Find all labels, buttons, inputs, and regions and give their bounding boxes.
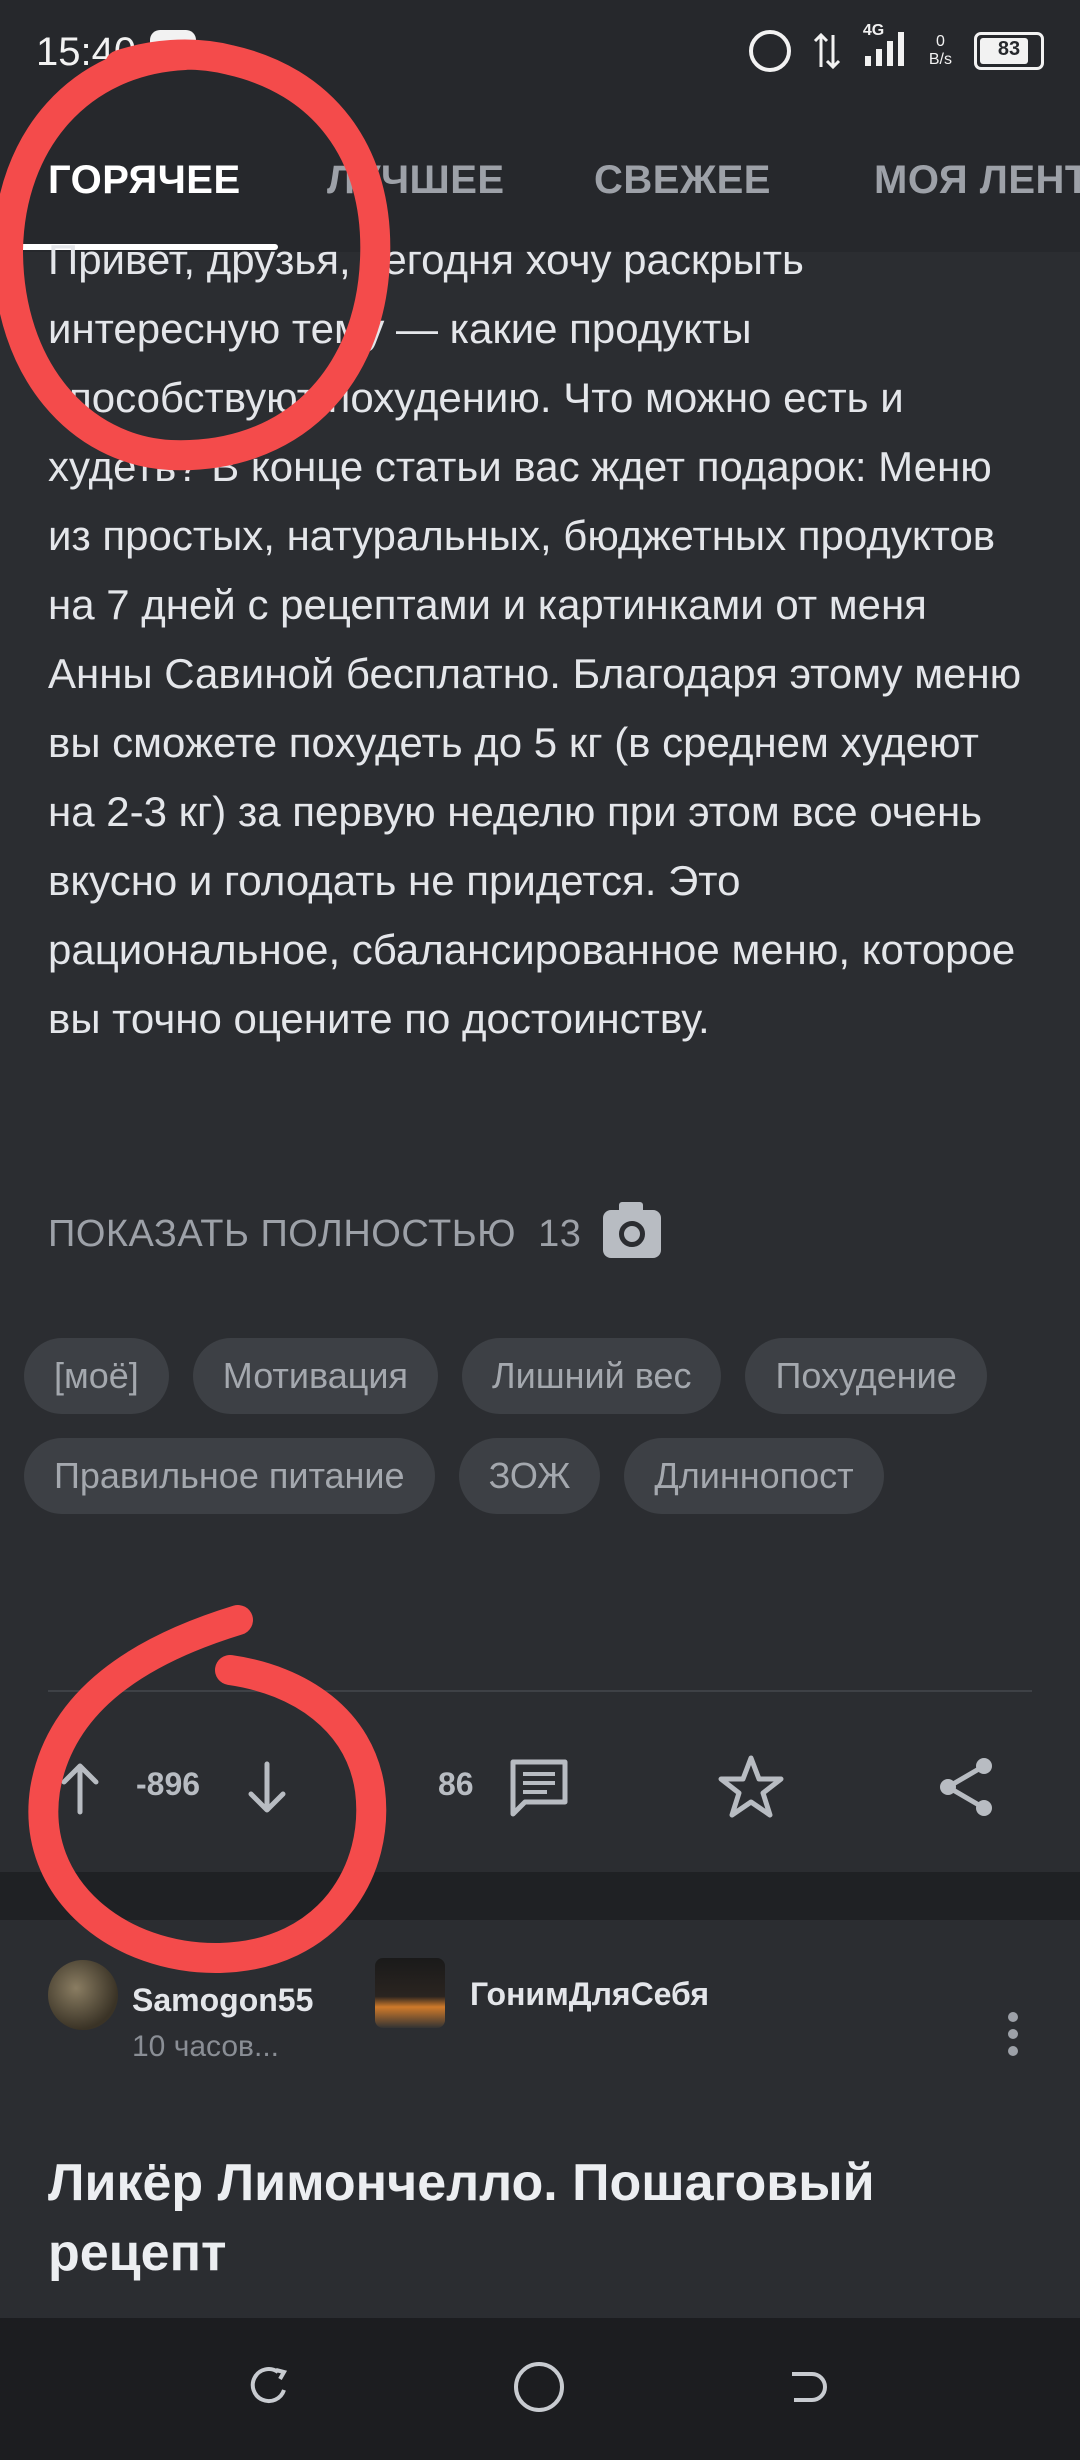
community-avatar[interactable] — [375, 1958, 445, 2028]
tag-item[interactable]: Похудение — [745, 1338, 987, 1414]
comments-count[interactable]: 86 — [438, 1766, 474, 1803]
tag-item[interactable]: [моё] — [24, 1338, 169, 1414]
community-name[interactable]: ГонимДляСебя — [470, 1976, 709, 2013]
tab-hot[interactable]: ГОРЯЧЕЕ — [48, 158, 241, 203]
net-speed-unit: B/s — [928, 50, 952, 68]
alarm-icon — [748, 29, 791, 72]
author-name[interactable]: Samogon55 — [132, 1982, 313, 2019]
status-icons: 4G 0 B/s 83 — [748, 22, 1044, 73]
save-star-icon[interactable] — [716, 1752, 786, 1822]
status-bar: 15:40 4G 0 B/s 83 — [0, 0, 1080, 110]
post-separator — [0, 1872, 1080, 1920]
share-icon[interactable] — [932, 1752, 1002, 1822]
back-icon[interactable] — [786, 2366, 828, 2408]
post-title[interactable]: Ликёр Лимончелло. Пошаговый рецепт — [48, 2148, 1028, 2288]
net-speed: 0 B/s — [929, 33, 952, 69]
post-body: Привет, друзья, сегодня хочу раскрыть ин… — [48, 225, 1028, 1053]
system-nav-bar — [0, 2318, 1080, 2460]
tag-list: [моё] Мотивация Лишний вес Похудение Пра… — [24, 1338, 1054, 1514]
divider — [48, 1690, 1032, 1692]
camera-icon — [603, 1202, 662, 1258]
tab-fresh[interactable]: СВЕЖЕЕ — [594, 158, 771, 203]
post-actions: -896 86 — [0, 1740, 1080, 1840]
tag-item[interactable]: Правильное питание — [24, 1438, 435, 1514]
tag-item[interactable]: Лишний вес — [461, 1338, 722, 1414]
battery-icon: 83 — [974, 31, 1044, 70]
post-text: Привет, друзья, сегодня хочу раскрыть ин… — [48, 236, 1022, 1042]
post-time: 10 часов... — [132, 2030, 279, 2063]
comment-icon[interactable] — [505, 1754, 573, 1822]
upvote-icon[interactable] — [50, 1758, 110, 1818]
recent-apps-icon[interactable] — [248, 2366, 290, 2408]
notification-icon — [150, 30, 196, 66]
tab-best[interactable]: ЛУЧШЕЕ — [327, 158, 505, 203]
data-arrows-icon — [813, 32, 840, 69]
avatar[interactable] — [48, 1960, 118, 2030]
show-full-label: ПОКАЗАТЬ ПОЛНОСТЬЮ — [48, 1212, 517, 1255]
net-speed-value: 0 — [935, 32, 945, 50]
more-vert-icon[interactable] — [1006, 2012, 1020, 2060]
tag-item[interactable]: Мотивация — [192, 1338, 438, 1414]
signal-group: 4G — [863, 22, 907, 73]
battery-level: 83 — [997, 37, 1021, 60]
image-count: 13 — [538, 1212, 582, 1255]
downvote-icon[interactable] — [237, 1758, 297, 1818]
tab-my-feed[interactable]: МОЯ ЛЕНТА — [874, 158, 1080, 203]
tag-item[interactable]: ЗОЖ — [458, 1438, 601, 1514]
post-rating: -896 — [136, 1766, 201, 1802]
status-time: 15:40 — [36, 30, 137, 74]
home-icon[interactable] — [514, 2362, 564, 2412]
tag-item[interactable]: Длиннопост — [624, 1438, 884, 1514]
show-full-link[interactable]: ПОКАЗАТЬ ПОЛНОСТЬЮ 13 — [48, 1202, 662, 1258]
network-type: 4G — [862, 22, 885, 39]
next-post-card[interactable]: Samogon55 10 часов... ГонимДляСебя Ликёр… — [0, 1920, 1080, 2320]
